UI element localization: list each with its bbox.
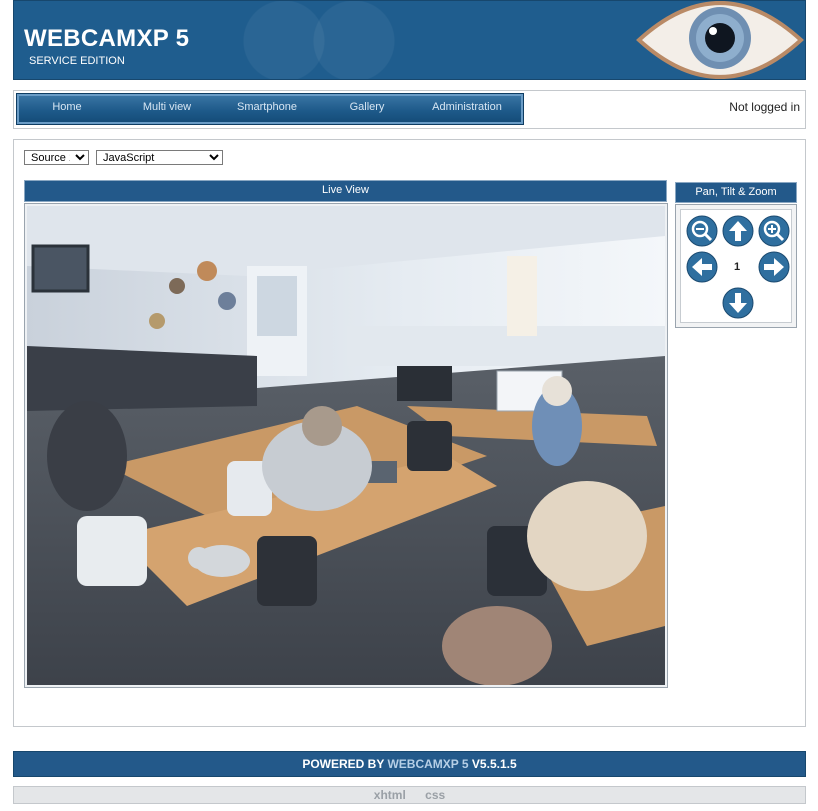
nav-gallery[interactable]: Gallery: [317, 94, 417, 124]
nav-area: Home Multi view Smartphone Gallery Admin…: [13, 90, 806, 129]
footer-brand-link[interactable]: WEBCAMXP 5: [387, 757, 468, 771]
nav-smartphone[interactable]: Smartphone: [217, 94, 317, 124]
footer-version: V5.5.1.5: [468, 757, 517, 771]
arrow-left-icon[interactable]: [686, 251, 718, 283]
css-validator-link[interactable]: css: [425, 788, 445, 802]
login-status: Not logged in: [729, 100, 800, 114]
eye-icon: [636, 1, 804, 79]
page-header: WEBCAMXP 5 SERVICE EDITION: [13, 0, 806, 80]
footer-powered-by: POWERED BY: [302, 757, 388, 771]
ptz-title: Pan, Tilt & Zoom: [675, 182, 797, 203]
xhtml-validator-link[interactable]: xhtml: [374, 788, 406, 802]
view-mode-select[interactable]: JavaScript: [96, 150, 223, 165]
main-panel: Source 1 JavaScript Live View Pan, Tilt …: [13, 139, 806, 727]
ptz-panel: 1: [675, 204, 797, 328]
arrow-down-icon[interactable]: [722, 287, 754, 319]
zoom-in-icon[interactable]: [758, 215, 790, 247]
nav-multi-view[interactable]: Multi view: [117, 94, 217, 124]
arrow-right-icon[interactable]: [758, 251, 790, 283]
app-subtitle: SERVICE EDITION: [29, 55, 125, 67]
webcam-image: [27, 206, 665, 685]
validators-bar: xhtml css: [13, 786, 806, 804]
nav-administration[interactable]: Administration: [417, 94, 517, 124]
arrow-up-icon[interactable]: [722, 215, 754, 247]
ptz-preset-number: 1: [733, 261, 741, 273]
source-select[interactable]: Source 1: [24, 150, 89, 165]
ptz-controls: 1: [680, 209, 792, 323]
nav-home[interactable]: Home: [17, 94, 117, 124]
app-title: WEBCAMXP 5: [24, 25, 190, 52]
footer: POWERED BY WEBCAMXP 5 V5.5.1.5: [13, 751, 806, 777]
main-nav: Home Multi view Smartphone Gallery Admin…: [16, 93, 524, 125]
live-view-frame: [24, 203, 668, 688]
zoom-out-icon[interactable]: [686, 215, 718, 247]
live-view-title: Live View: [24, 180, 667, 202]
